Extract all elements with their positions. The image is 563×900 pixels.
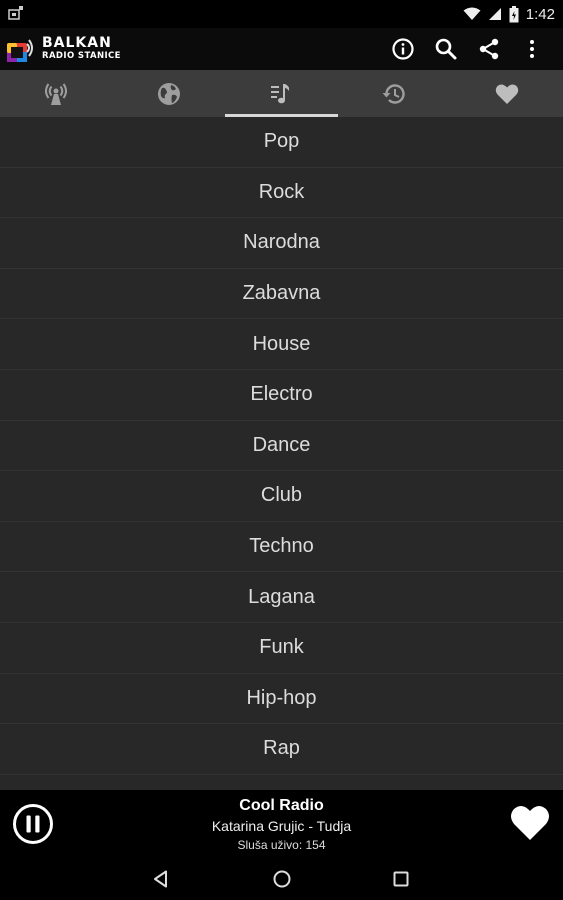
genre-item[interactable]: Electro <box>0 370 563 421</box>
track-name: Katarina Grujic - Tudja <box>211 818 352 834</box>
genre-item[interactable]: Club <box>0 471 563 522</box>
genre-label: Dance <box>252 433 311 456</box>
genre-item[interactable]: Zabavna <box>0 269 563 320</box>
status-bar: 1:42 <box>0 0 563 28</box>
globe-icon <box>157 82 180 105</box>
genre-label: Funk <box>259 636 304 659</box>
genre-label: Club <box>260 484 303 507</box>
now-playing-info: Cool Radio Katarina Grujic - Tudja Sluša… <box>150 796 413 855</box>
tab-genres[interactable] <box>225 70 338 117</box>
back-icon <box>154 870 167 888</box>
wifi-icon <box>463 7 481 20</box>
tab-countries[interactable] <box>113 70 226 117</box>
genre-item[interactable]: Rock <box>0 168 563 219</box>
tab-bar <box>0 70 563 117</box>
system-nav-bar <box>0 858 563 900</box>
logo-title: BALKAN <box>42 35 112 51</box>
pause-button[interactable] <box>12 803 54 845</box>
genre-item[interactable]: Lagana <box>0 572 563 623</box>
genre-label: House <box>252 332 311 355</box>
more-options-button[interactable] <box>510 34 553 64</box>
favorite-button[interactable] <box>509 802 551 842</box>
genre-list: Pop Rock Narodna Zabavna House Electro Dance Cl… <box>0 117 563 790</box>
status-time: 1:42 <box>525 5 555 23</box>
search-button[interactable] <box>424 34 467 64</box>
info-button[interactable] <box>381 34 424 64</box>
heart-icon <box>511 805 549 840</box>
genre-item[interactable]: House <box>0 319 563 370</box>
genre-label: Lagana <box>248 585 315 608</box>
logo-radio-icon <box>7 39 33 62</box>
radio-tower-icon <box>45 82 68 105</box>
recents-icon <box>393 871 409 887</box>
genre-label: Zabavna <box>242 282 321 305</box>
share-icon <box>479 38 498 60</box>
battery-icon <box>509 5 519 22</box>
info-icon <box>391 38 414 60</box>
more-vert-icon <box>529 40 534 58</box>
genre-label: Rock <box>258 180 305 203</box>
now-playing-bar: Cool Radio Katarina Grujic - Tudja Sluša… <box>0 790 563 858</box>
logo-subtitle: RADIO STANICE <box>42 51 121 61</box>
genre-item[interactable]: Rap <box>0 724 563 775</box>
genre-item[interactable]: Funk <box>0 623 563 674</box>
genre-label: Narodna <box>243 231 320 254</box>
genre-item[interactable]: Pop <box>0 117 563 168</box>
search-icon <box>435 38 456 60</box>
genre-label: Hip-hop <box>246 686 317 709</box>
genre-label: Rap <box>263 737 300 760</box>
tab-stations[interactable] <box>0 70 113 117</box>
genre-label: Techno <box>249 535 314 558</box>
music-note-icon <box>271 83 290 103</box>
home-icon <box>273 870 291 888</box>
tab-favorites[interactable] <box>450 70 563 117</box>
genre-item[interactable]: Techno <box>0 522 563 573</box>
genre-label: Electro <box>250 383 313 406</box>
cell-signal-icon <box>488 8 501 20</box>
heart-icon <box>495 84 518 104</box>
history-icon <box>382 83 405 104</box>
pause-icon <box>13 804 53 844</box>
listener-count: Sluša uživo: 154 <box>237 838 326 852</box>
notification-icon <box>8 6 23 20</box>
genre-item[interactable]: Narodna <box>0 218 563 269</box>
recents-button[interactable] <box>389 867 413 891</box>
genre-label: Pop <box>263 130 300 153</box>
genre-item[interactable]: Hip-hop <box>0 674 563 725</box>
app-bar: BALKAN RADIO STANICE <box>0 28 563 70</box>
genre-item[interactable]: Dance <box>0 421 563 472</box>
home-button[interactable] <box>270 867 294 891</box>
back-button[interactable] <box>149 867 173 891</box>
tab-history[interactable] <box>338 70 451 117</box>
share-button[interactable] <box>467 34 510 64</box>
station-name: Cool Radio <box>239 797 324 814</box>
app-logo: BALKAN RADIO STANICE <box>6 34 146 66</box>
